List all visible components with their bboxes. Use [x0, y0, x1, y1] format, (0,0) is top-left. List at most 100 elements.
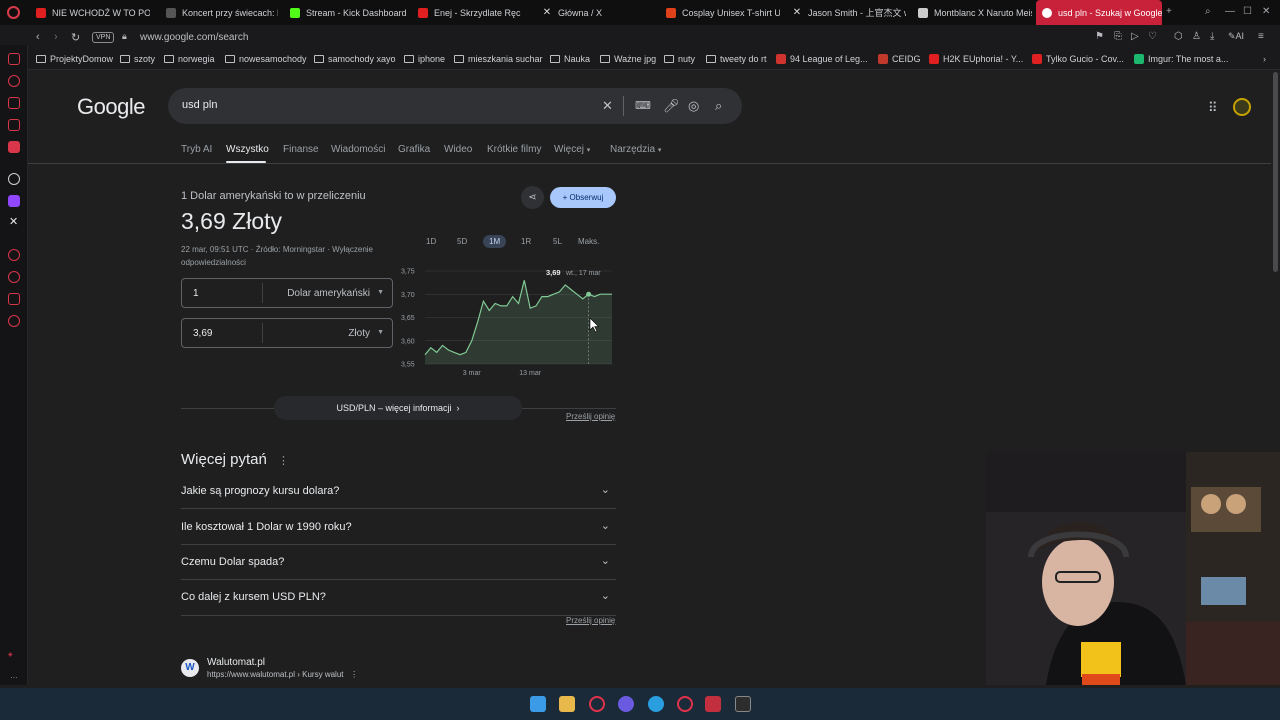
feedback-link[interactable]: Prześlij opinię — [566, 616, 615, 625]
x-icon[interactable]: ✕ — [9, 215, 18, 228]
bookmark-site[interactable]: 94 League of Leg... — [776, 54, 868, 64]
bookmark-folder[interactable]: Ważne jpg — [600, 54, 656, 64]
more-icon[interactable]: … — [10, 671, 18, 680]
tab-1[interactable]: NIE WCHODŹ W TO PO 3: — [30, 0, 150, 25]
more-options-icon[interactable]: ⋮ — [278, 454, 289, 467]
sidebar-app-icon[interactable] — [8, 119, 20, 131]
scrollbar-thumb[interactable] — [1273, 72, 1278, 272]
bookmark-folder[interactable]: norwegia — [164, 54, 215, 64]
bookmark-site[interactable]: H2K EUphoria! - Y... — [929, 54, 1023, 64]
terminal-icon[interactable] — [735, 696, 751, 712]
more-info-button[interactable]: USD/PLN – więcej informacji › — [274, 396, 522, 420]
search-input[interactable]: usd pln — [182, 99, 217, 111]
from-amount-field[interactable]: 1 Dolar amerykański ▼ — [181, 278, 393, 308]
clear-icon[interactable]: ✕ — [602, 98, 613, 114]
search-tabs-icon[interactable]: ⌕ — [1205, 6, 1211, 17]
share-button[interactable]: ⋖ — [521, 186, 544, 209]
result-favicon-icon[interactable]: W — [181, 659, 199, 677]
windows-start-icon[interactable] — [530, 696, 546, 712]
messenger-icon[interactable] — [648, 696, 664, 712]
tab-2[interactable]: Koncert przy świecach: M — [160, 0, 278, 25]
tab-news[interactable]: Wiadomości — [331, 144, 385, 155]
reload-icon[interactable]: ↻ — [71, 31, 80, 44]
tab-short-videos[interactable]: Krótkie filmy — [487, 144, 541, 155]
ai-button[interactable]: ✎AI — [1228, 31, 1244, 42]
bookmark-folder[interactable]: szoty — [120, 54, 155, 64]
tab-4[interactable]: Enej - Skrzydlate Ręc — [412, 0, 530, 25]
paa-question[interactable]: Czemu Dolar spada? ⌄ — [181, 545, 616, 580]
bookmark-site[interactable]: Tylko Gucio - Cov... — [1032, 54, 1124, 64]
bookmark-folder[interactable]: mieszkania suchar — [454, 54, 543, 64]
bookmark-folder[interactable]: samochody xayo — [314, 54, 396, 64]
range-max[interactable]: Maks. — [578, 237, 599, 246]
chatgpt-icon[interactable] — [8, 173, 20, 185]
twitch-icon[interactable] — [8, 195, 20, 207]
tab-7[interactable]: ✕ Jason Smith - 上官杰文 w — [786, 0, 906, 25]
menu-icon[interactable]: ≡ — [1258, 31, 1264, 42]
tab-3[interactable]: Stream - Kick Dashboard — [284, 0, 406, 25]
opera-icon[interactable] — [589, 696, 605, 712]
range-1r[interactable]: 1R — [521, 237, 531, 246]
bookmark-folder[interactable]: ProjektyDomow — [36, 54, 113, 64]
paa-question[interactable]: Ile kosztował 1 Dolar w 1990 roku? ⌄ — [181, 510, 616, 545]
to-amount-input[interactable]: 3,69 — [193, 328, 212, 339]
sidebar-app-icon[interactable] — [8, 97, 20, 109]
lock-icon[interactable]: 🔒︎ — [122, 31, 127, 42]
range-1d[interactable]: 1D — [426, 237, 436, 246]
sidebar-app-icon[interactable] — [8, 141, 20, 153]
discord-icon[interactable] — [618, 696, 634, 712]
new-tab-button[interactable]: + — [1166, 6, 1172, 17]
download-icon[interactable]: ⤓ — [1210, 31, 1214, 42]
paa-question[interactable]: Co dalej z kursem USD PLN? ⌄ — [181, 580, 616, 615]
forward-icon[interactable]: › — [54, 31, 58, 43]
tab-more[interactable]: Więcej ▾ — [554, 144, 590, 155]
paa-question[interactable]: Jakie są prognozy kursu dolara? ⌄ — [181, 474, 616, 509]
bookmark-folder[interactable]: tweety do rt — [706, 54, 767, 64]
tab-8[interactable]: Montblanc X Naruto Meis — [912, 0, 1032, 25]
from-currency-select[interactable]: Dolar amerykański — [287, 288, 370, 299]
settings-icon[interactable] — [8, 315, 20, 327]
sidebar-app-icon[interactable] — [8, 293, 20, 305]
url-field[interactable]: www.google.com/search — [140, 32, 248, 43]
lens-icon[interactable]: ◎ — [688, 98, 699, 114]
caret-down-icon[interactable]: ▼ — [377, 289, 384, 296]
sidebar-app-icon[interactable] — [8, 53, 20, 65]
snapshot-icon[interactable]: ⎘ — [1114, 31, 1122, 42]
more-options-icon[interactable]: ⋮ — [350, 670, 358, 679]
exchange-rate-chart[interactable]: 3,75 3,70 3,65 3,60 3,55 3 mar 13 mar 3,69 wt., … — [398, 262, 618, 382]
avatar[interactable] — [1233, 98, 1251, 116]
sidebar-app-icon[interactable] — [8, 75, 20, 87]
extensions-icon[interactable]: ⬡ — [1174, 31, 1183, 42]
opera-logo-icon[interactable] — [7, 6, 20, 19]
result-url[interactable]: https://www.walutomat.pl › Kursy walut ⋮ — [207, 670, 358, 679]
to-currency-select[interactable]: Złoty — [348, 328, 370, 339]
tab-6[interactable]: Cosplay Unisex T-shirt U — [660, 0, 780, 25]
back-icon[interactable]: ‹ — [36, 31, 40, 43]
more-bookmarks-icon[interactable]: › — [1263, 54, 1266, 64]
sidebar-app-icon[interactable] — [8, 249, 20, 261]
bookmark-icon[interactable]: ⚑ — [1095, 31, 1104, 42]
bookmark-site[interactable]: Imgur: The most a... — [1134, 54, 1228, 64]
from-amount-input[interactable]: 1 — [193, 288, 199, 299]
tab-finance[interactable]: Finanse — [283, 144, 319, 155]
follow-button[interactable]: + Obserwuj — [550, 187, 616, 208]
google-apps-icon[interactable]: ⠿ — [1208, 100, 1218, 116]
tab-tools[interactable]: Narzędzia ▾ — [610, 144, 661, 155]
bookmark-folder[interactable]: Nauka — [550, 54, 590, 64]
profile-icon[interactable]: ♙ — [1192, 31, 1201, 42]
opera-gx-icon[interactable] — [677, 696, 693, 712]
vpn-badge[interactable]: VPN — [92, 32, 115, 43]
heart-icon[interactable]: ♡ — [1148, 31, 1157, 42]
to-amount-field[interactable]: 3,69 Złoty ▼ — [181, 318, 393, 348]
keyboard-icon[interactable]: ⌨ — [635, 99, 651, 112]
bookmark-site[interactable]: CEIDG — [878, 54, 921, 64]
tab-all[interactable]: Wszystko — [226, 144, 269, 155]
minimize-icon[interactable]: — — [1225, 6, 1235, 17]
sidebar-app-icon[interactable]: ◈ — [8, 651, 13, 658]
history-icon[interactable] — [8, 271, 20, 283]
search-icon[interactable]: ⌕ — [715, 98, 722, 114]
range-5d[interactable]: 5D — [457, 237, 467, 246]
range-1m[interactable]: 1M — [483, 235, 507, 248]
tab-5[interactable]: ✕ Główna / X — [536, 0, 656, 25]
tab-ai-mode[interactable]: Tryb AI — [181, 144, 212, 155]
